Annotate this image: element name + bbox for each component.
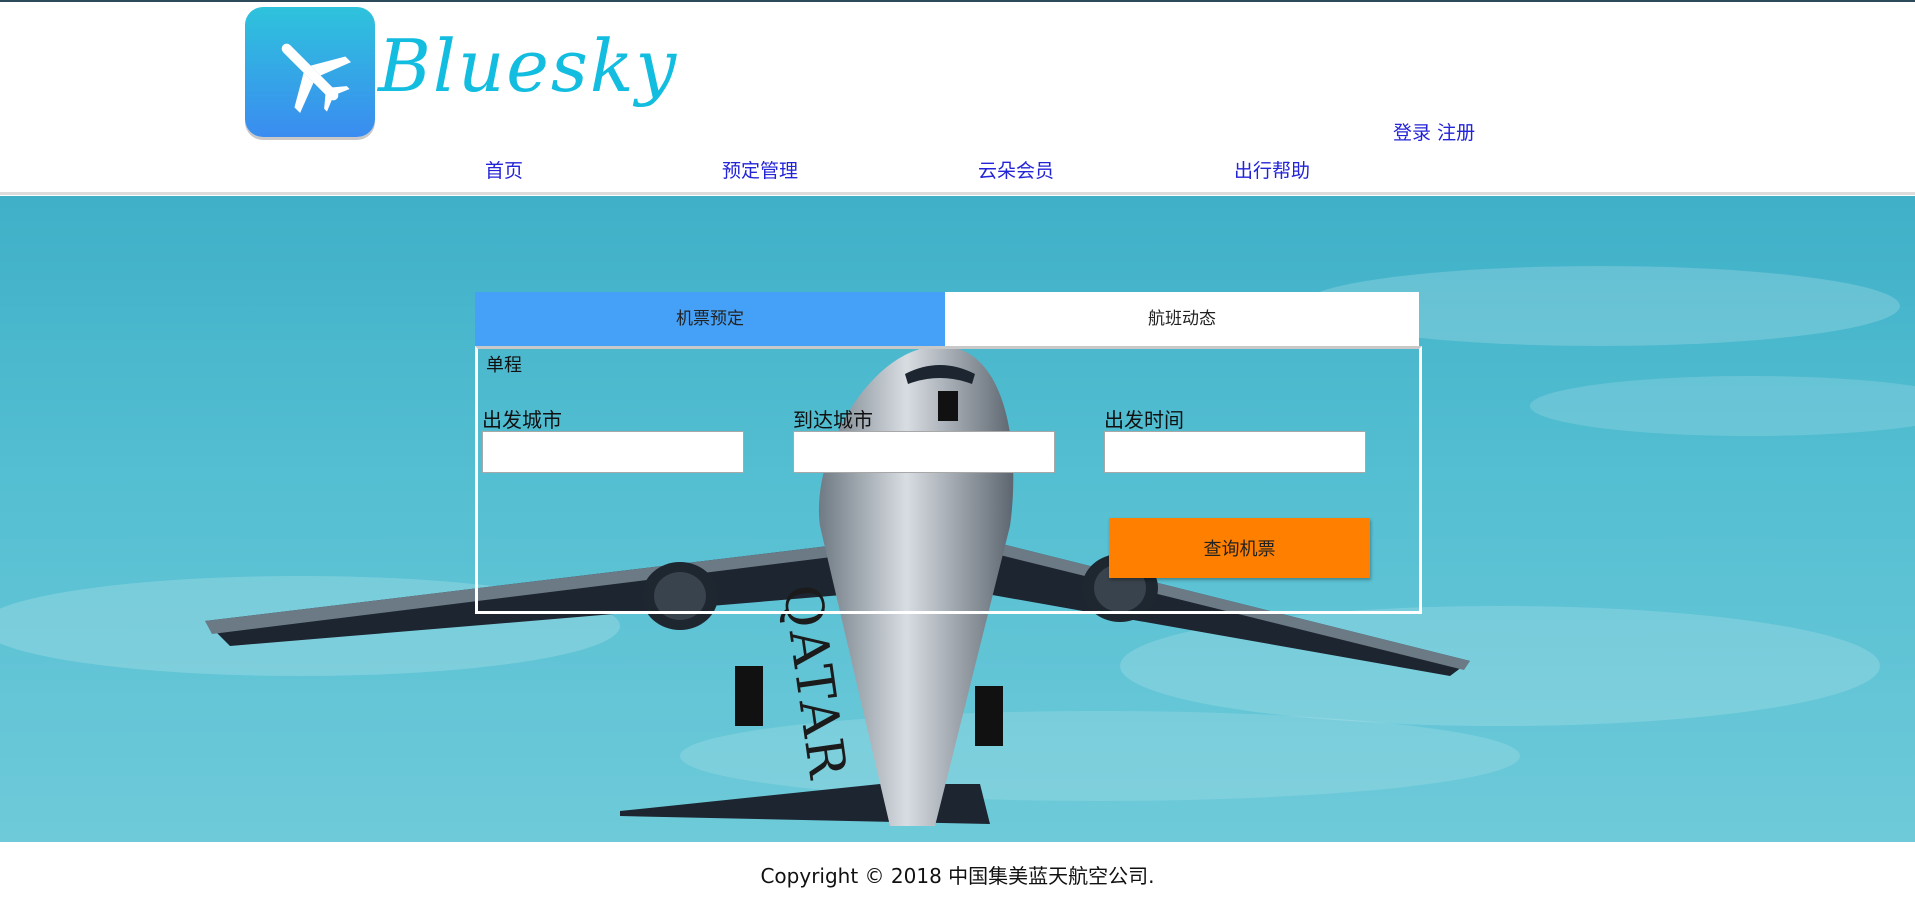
nav-item-membership[interactable]: 云朵会员 <box>978 156 1054 183</box>
logo-badge[interactable] <box>245 7 375 137</box>
header-divider <box>0 192 1915 195</box>
tab-flight-booking[interactable]: 机票预定 <box>475 292 945 346</box>
arrival-city-label: 到达城市 <box>793 408 873 432</box>
nav-item-home[interactable]: 首页 <box>485 156 523 183</box>
main-nav: 首页 预定管理 云朵会员 出行帮助 <box>0 156 1915 182</box>
departure-city-input[interactable] <box>482 431 744 473</box>
arrival-city-input[interactable] <box>793 431 1055 473</box>
nav-item-booking-management[interactable]: 预定管理 <box>722 156 798 183</box>
airplane-icon <box>281 43 352 114</box>
departure-date-input[interactable] <box>1104 431 1366 473</box>
nav-item-travel-help[interactable]: 出行帮助 <box>1234 156 1310 183</box>
search-tabs: 机票预定 航班动态 <box>475 292 1419 346</box>
login-link[interactable]: 登录 <box>1393 122 1431 144</box>
register-link[interactable]: 注册 <box>1437 122 1475 144</box>
auth-links: 登录 注册 <box>1393 118 1475 145</box>
departure-city-label: 出发城市 <box>482 408 562 432</box>
top-border <box>0 0 1915 2</box>
footer-copyright: Copyright © 2018 中国集美蓝天航空公司. <box>760 864 1155 888</box>
trip-type-label[interactable]: 单程 <box>486 351 522 377</box>
brand-name: Bluesky <box>378 24 679 108</box>
departure-date-label: 出发时间 <box>1104 408 1184 432</box>
search-flights-button[interactable]: 查询机票 <box>1109 518 1370 578</box>
tab-flight-status[interactable]: 航班动态 <box>945 292 1419 346</box>
